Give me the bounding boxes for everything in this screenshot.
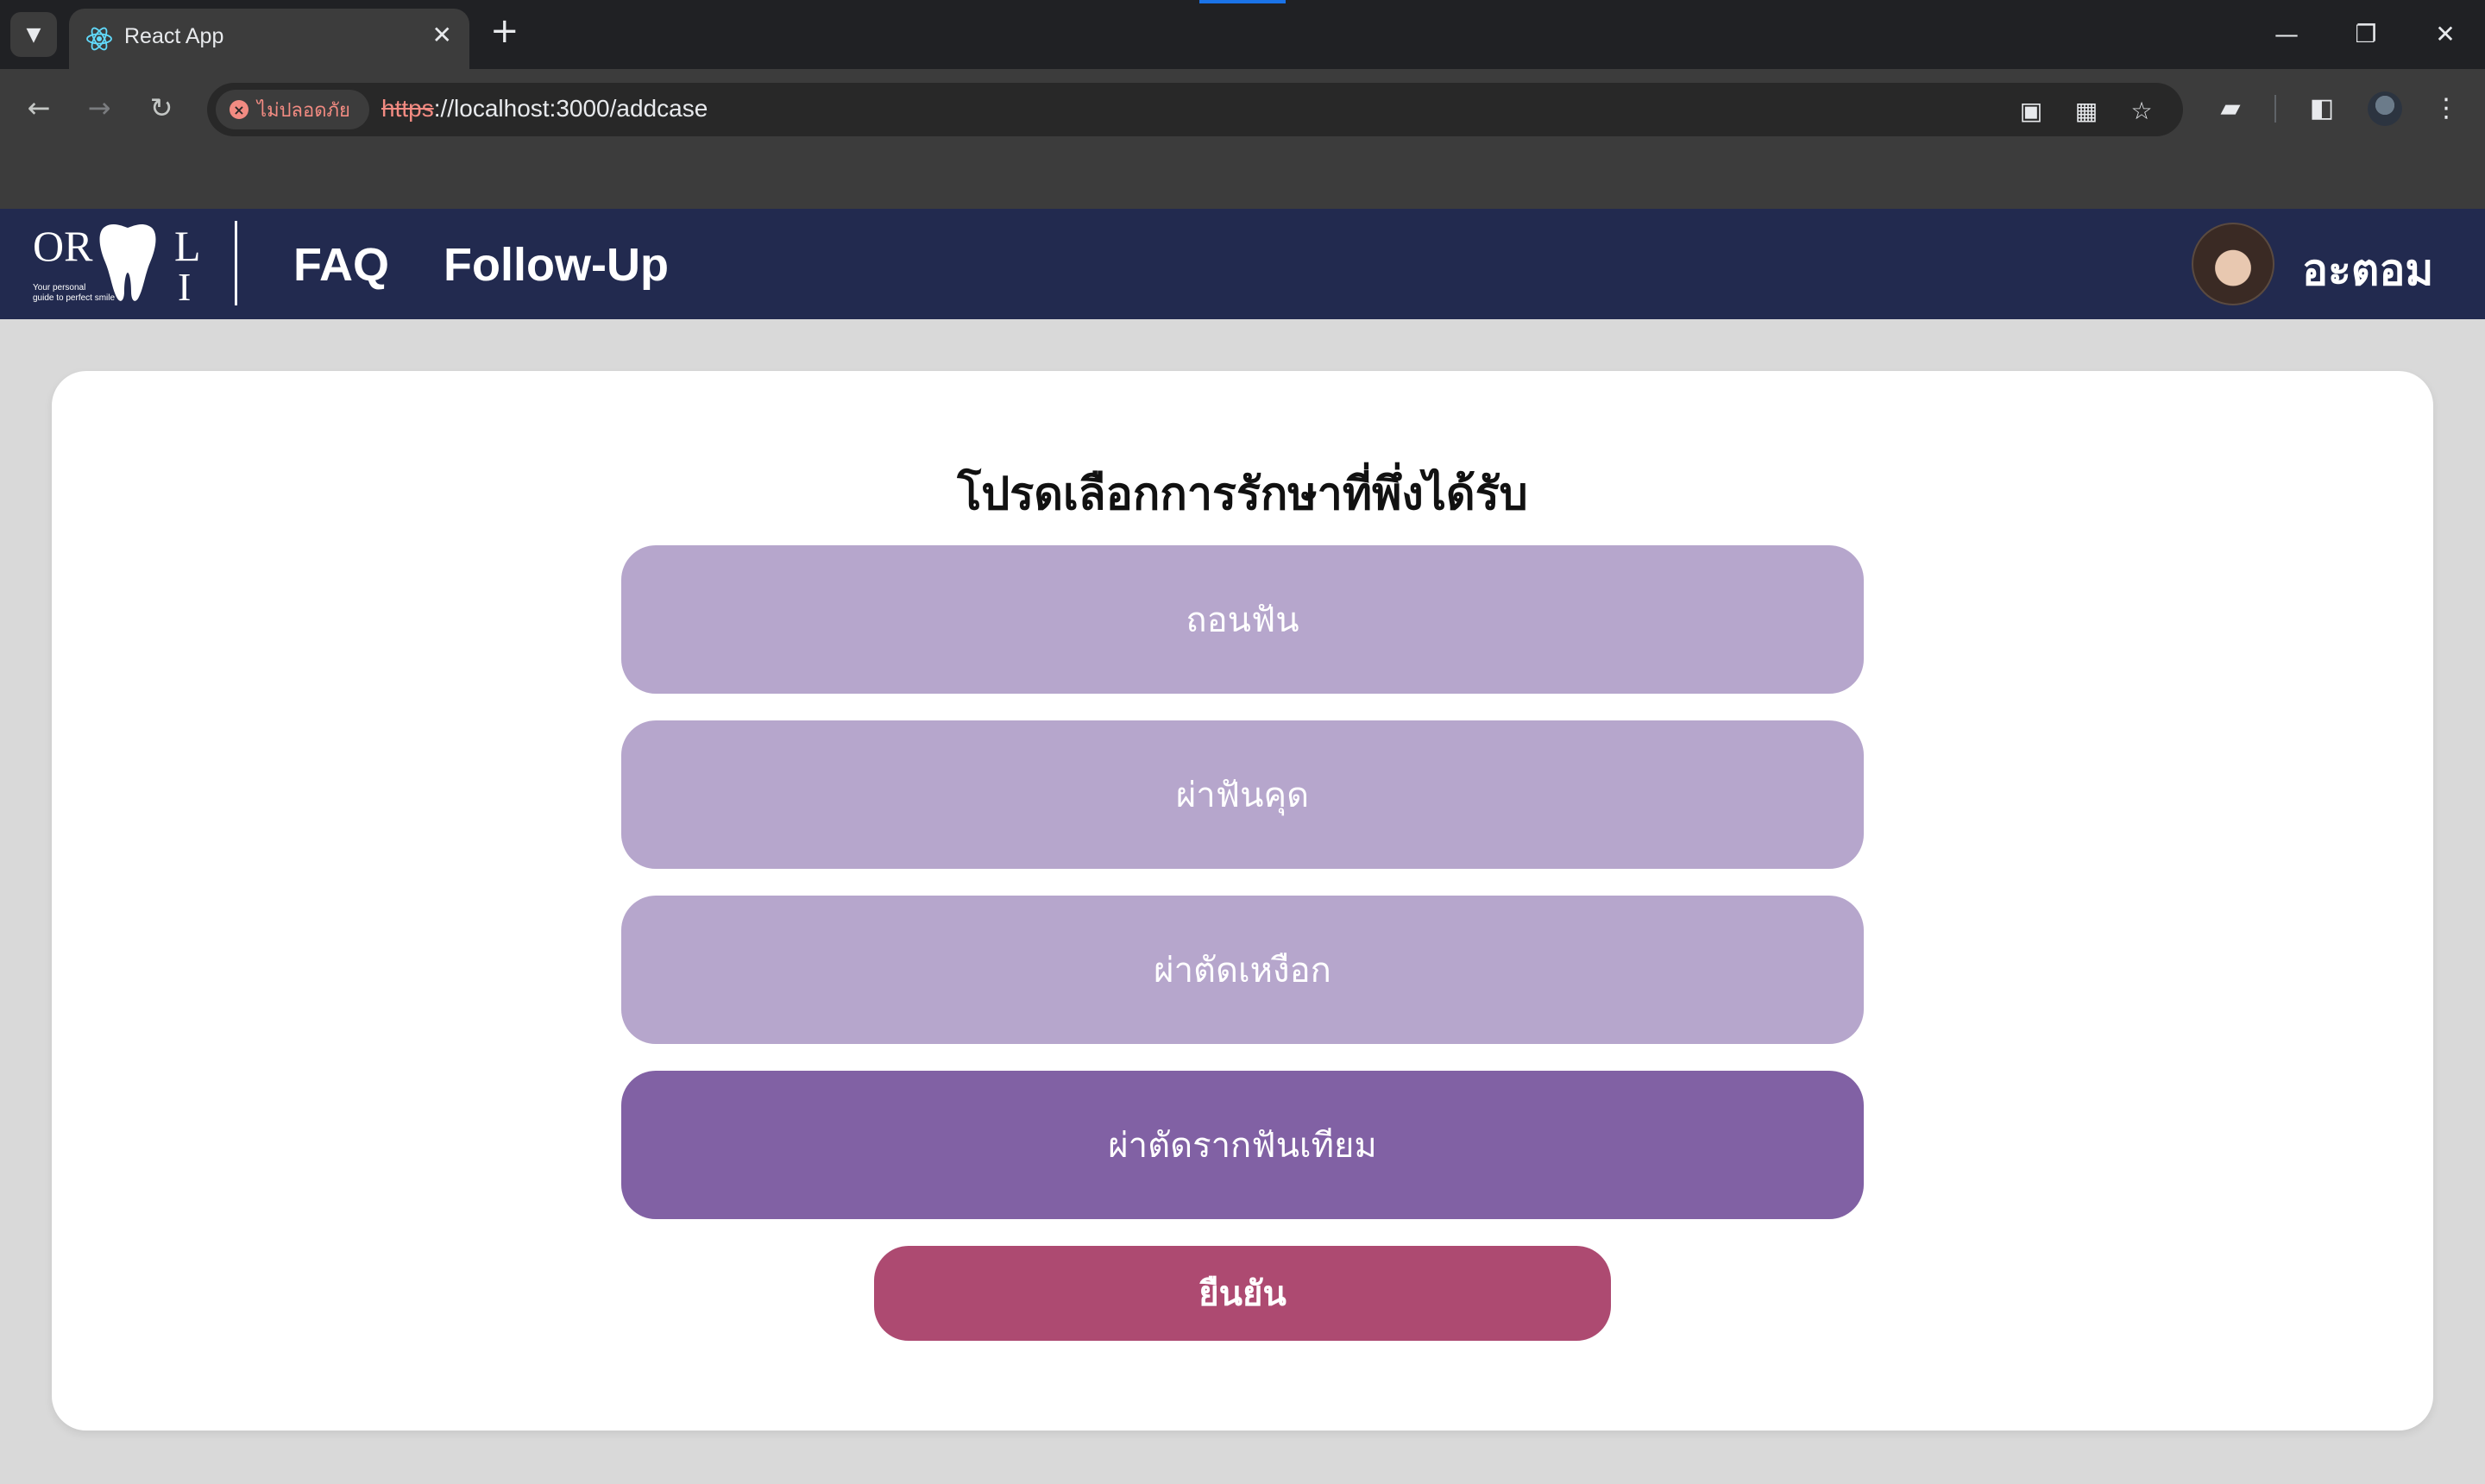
nav-link-faq[interactable]: FAQ (293, 238, 389, 292)
avatar[interactable] (2192, 223, 2274, 305)
close-icon[interactable]: ✕ (432, 21, 452, 49)
side-panel-icon[interactable]: ◧ (2300, 86, 2343, 129)
app-navbar: OR L I Your personal guide to perfect sm… (0, 209, 2485, 319)
react-icon (86, 27, 112, 51)
svg-text:L: L (174, 222, 201, 270)
option-gum-surgery[interactable]: ผ่าตัดเหงือก (621, 896, 1864, 1044)
extensions-icon[interactable]: ▰ (2209, 86, 2252, 129)
security-label: ไม่ปลอดภัย (257, 99, 350, 122)
tab-search-button[interactable]: ▼ (10, 12, 57, 57)
tabstrip-accent (1199, 0, 1286, 3)
confirm-button[interactable]: ยืนยัน (874, 1246, 1611, 1341)
url-text[interactable]: https://localhost:3000/addcase (381, 95, 708, 123)
reload-icon[interactable]: ↻ (140, 86, 183, 129)
svg-text:OR: OR (33, 222, 93, 270)
translate-icon[interactable]: ▦ (2069, 93, 2104, 128)
restore-icon[interactable]: ❐ (2340, 12, 2392, 55)
logo-divider (235, 221, 237, 305)
install-app-icon[interactable]: ▣ (2014, 93, 2048, 128)
browser-tabstrip: ▼ React App ✕ + — ❐ ✕ (0, 0, 2485, 69)
page-title: โปรดเลือกการรักษาที่พึ่งได้รับ (957, 468, 1528, 520)
bookmark-star-icon[interactable]: ☆ (2124, 93, 2159, 128)
browser-toolbar: ← → ↻ × ไม่ปลอดภัย https://localhost:300… (0, 69, 2485, 147)
new-tab-button[interactable]: + (490, 14, 519, 48)
option-dental-implant-surgery[interactable]: ผ่าตัดรากฟันเทียม (621, 1071, 1864, 1219)
forward-arrow-icon[interactable]: → (78, 86, 121, 129)
bookmark-bar (0, 147, 2485, 209)
option-wisdom-tooth-surgery[interactable]: ผ่าฟันคุด (621, 720, 1864, 869)
chevron-down-icon: ▼ (26, 23, 41, 46)
nav-link-follow-up[interactable]: Follow-Up (444, 238, 669, 292)
browser-tab[interactable]: React App ✕ (69, 9, 469, 69)
option-tooth-extraction[interactable]: ถอนฟัน (621, 545, 1864, 694)
svg-text:Your personal: Your personal (33, 283, 85, 292)
url-path: ://localhost:3000/addcase (433, 95, 708, 122)
oral-logo[interactable]: OR L I Your personal guide to perfect sm… (33, 221, 214, 307)
user-name[interactable]: อะตอม (2302, 236, 2433, 305)
security-chip[interactable]: × ไม่ปลอดภัย (216, 90, 369, 129)
svg-text:guide to perfect smile: guide to perfect smile (33, 293, 115, 303)
window-close-icon[interactable]: ✕ (2419, 12, 2471, 55)
url-scheme: https (381, 95, 434, 122)
minimize-icon[interactable]: — (2261, 12, 2312, 55)
toolbar-divider (2274, 95, 2276, 123)
warning-icon: × (230, 100, 248, 119)
more-menu-icon[interactable]: ⋮ (2425, 86, 2468, 129)
browser-profile-avatar[interactable] (2368, 91, 2402, 126)
back-arrow-icon[interactable]: ← (17, 86, 60, 129)
address-bar[interactable]: × ไม่ปลอดภัย https://localhost:3000/addc… (207, 83, 2183, 136)
treatment-selection-card: โปรดเลือกการรักษาที่พึ่งได้รับ ถอนฟัน ผ่… (52, 371, 2433, 1431)
svg-text:I: I (178, 265, 191, 307)
tab-title: React App (124, 24, 224, 48)
